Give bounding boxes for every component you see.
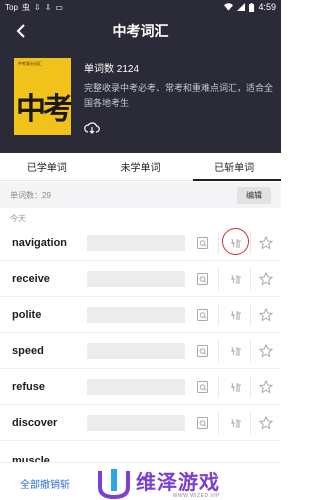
cover-small-text: 中考高分词汇: [18, 61, 42, 66]
book-description: 完整收录中考必考、常考和重难点词汇，适合全国各地考生: [84, 83, 274, 108]
word-text: refuse: [12, 380, 46, 393]
slash-icon[interactable]: [229, 308, 243, 322]
page-title: 中考词汇: [112, 23, 169, 39]
bottom-bar: 全部撤销斩 维泽游戏 WWW.WIZED.VIP: [0, 462, 281, 500]
nav-row: 中考词汇: [0, 16, 281, 46]
sub-bar: 单词数：29 编辑: [0, 182, 281, 208]
lookup-icon[interactable]: [196, 344, 210, 358]
battery-icon: [249, 2, 255, 12]
slashed-word-count: 单词数：29: [10, 190, 51, 200]
book-cover[interactable]: 中考高分词汇 中考: [14, 58, 71, 135]
watermark-logo-icon: [98, 468, 130, 499]
lookup-icon[interactable]: [196, 380, 210, 394]
divider: [250, 339, 251, 362]
status-item: ⇩: [44, 2, 52, 12]
divider: [218, 303, 219, 326]
word-count: 单词数 2124: [84, 64, 140, 75]
slash-icon[interactable]: [229, 344, 243, 358]
watermark: 维泽游戏 WWW.WIZED.VIP: [96, 466, 220, 499]
word-row[interactable]: refuse: [0, 369, 281, 405]
hidden-meaning-bar[interactable]: [87, 270, 185, 287]
divider: [250, 231, 251, 254]
slash-icon[interactable]: [229, 272, 243, 286]
divider: [250, 303, 251, 326]
back-button[interactable]: [12, 22, 30, 40]
lookup-icon[interactable]: [196, 416, 210, 430]
word-row[interactable]: polite: [0, 297, 281, 333]
divider: [218, 231, 219, 254]
lookup-icon[interactable]: [196, 236, 210, 250]
status-item: ▭: [55, 2, 63, 12]
status-item: ⇩: [33, 2, 41, 12]
word-text: speed: [12, 344, 44, 357]
watermark-text: 维泽游戏 WWW.WIZED.VIP: [136, 466, 220, 499]
edit-button[interactable]: 编辑: [237, 186, 271, 204]
slash-icon[interactable]: [229, 416, 243, 430]
status-left: Top 虫 ⇩ ⇩ ▭: [5, 2, 63, 13]
slash-icon[interactable]: [229, 380, 243, 394]
star-icon[interactable]: [259, 415, 273, 430]
divider: [218, 339, 219, 362]
status-time: 4:59: [258, 2, 276, 12]
book-info: 单词数 2124 完整收录中考必考、常考和重难点词汇，适合全国各地考生: [84, 60, 274, 111]
divider: [250, 267, 251, 290]
section-label-today: 今天: [10, 214, 26, 223]
star-icon[interactable]: [259, 379, 273, 394]
word-text: receive: [12, 272, 50, 285]
back-arrow-icon: [16, 24, 25, 38]
divider: [218, 411, 219, 434]
word-text: polite: [12, 308, 42, 321]
hidden-meaning-bar[interactable]: [87, 342, 185, 359]
star-icon[interactable]: [259, 343, 273, 358]
star-icon[interactable]: [259, 271, 273, 286]
divider: [218, 375, 219, 398]
status-bar: Top 虫 ⇩ ⇩ ▭ 4:59: [0, 0, 281, 14]
hidden-meaning-bar[interactable]: [87, 414, 185, 431]
hidden-meaning-bar[interactable]: [87, 234, 185, 251]
word-row[interactable]: speed: [0, 333, 281, 369]
tab-learned[interactable]: 已学单词: [0, 153, 94, 180]
signal-icon: [237, 3, 246, 11]
hidden-meaning-bar[interactable]: [87, 306, 185, 323]
tab-slashed[interactable]: 已斩单词: [187, 153, 281, 181]
highlight-circle: [222, 228, 249, 255]
star-icon[interactable]: [259, 235, 273, 250]
star-icon[interactable]: [259, 307, 273, 322]
divider: [250, 375, 251, 398]
lookup-icon[interactable]: [196, 308, 210, 322]
word-text: navigation: [12, 236, 68, 249]
lookup-icon[interactable]: [196, 272, 210, 286]
cloud-download-icon[interactable]: [84, 120, 100, 136]
word-list: navigation receive polite speed refuse d…: [0, 225, 281, 441]
tab-unlearned[interactable]: 未学单词: [94, 153, 188, 180]
word-row[interactable]: discover: [0, 405, 281, 441]
divider: [250, 411, 251, 434]
undo-all-slash-button[interactable]: 全部撤销斩: [20, 476, 70, 491]
cover-big-text: 中考: [16, 92, 71, 127]
status-item: 虫: [21, 2, 30, 12]
word-text: discover: [12, 416, 58, 429]
divider: [218, 267, 219, 290]
tab-bar: 已学单词 未学单词 已斩单词: [0, 153, 281, 181]
watermark-title: 维泽游戏: [136, 472, 220, 494]
status-right: 4:59: [224, 2, 276, 12]
wifi-icon: [224, 3, 234, 11]
book-header: Top 虫 ⇩ ⇩ ▭ 4:59 中考词汇 中考高分词汇 中考 单词数 2124…: [0, 0, 281, 153]
hidden-meaning-bar[interactable]: [87, 378, 185, 395]
word-row[interactable]: navigation: [0, 225, 281, 261]
word-row[interactable]: receive: [0, 261, 281, 297]
status-item: Top: [5, 2, 18, 12]
